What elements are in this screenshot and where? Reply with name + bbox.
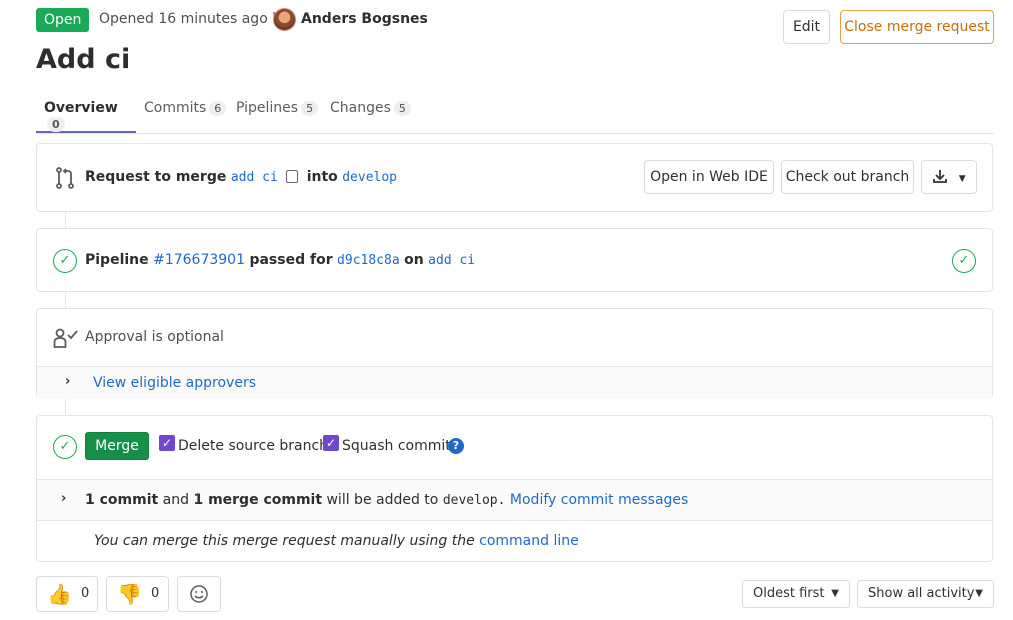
into-text: into bbox=[306, 169, 338, 185]
merge-request-branch-card: Request to merge add ci into develop Ope… bbox=[36, 143, 993, 212]
target-branch-link[interactable]: develop bbox=[342, 170, 397, 185]
activity-filter-label: Show all activity bbox=[868, 586, 975, 601]
tab-label: Changes bbox=[330, 100, 391, 116]
manual-merge-text: You can merge this merge request manuall… bbox=[94, 533, 579, 549]
pipeline-branch-link[interactable]: add ci bbox=[428, 253, 475, 268]
approval-card: Approval is optional › View eligible app… bbox=[36, 308, 993, 399]
timeline-connector bbox=[65, 399, 66, 415]
mr-tabs: Overview0 Commits 6 Pipelines 5 Changes 5 bbox=[36, 96, 994, 134]
thumbsup-count: 0 bbox=[81, 586, 90, 601]
timeline-connector bbox=[65, 212, 66, 228]
sort-order-dropdown[interactable]: Oldest first ▼ bbox=[742, 580, 850, 608]
tab-count: 5 bbox=[393, 101, 411, 116]
check-out-branch-button[interactable]: Check out branch bbox=[781, 160, 914, 194]
view-eligible-approvers-link[interactable]: View eligible approvers bbox=[93, 375, 256, 391]
close-merge-request-button[interactable]: Close merge request bbox=[840, 10, 994, 44]
author-name[interactable]: Anders Bogsnes bbox=[301, 11, 428, 27]
download-icon bbox=[932, 169, 952, 185]
mr-header: Open Opened 16 minutes ago by Anders Bog… bbox=[36, 8, 994, 44]
command-line-link[interactable]: command line bbox=[479, 533, 579, 549]
pipeline-stage-passed-icon[interactable]: ✓ bbox=[952, 249, 976, 273]
tab-label: Pipelines bbox=[236, 100, 299, 116]
will-be-added-text: will be added to bbox=[326, 492, 439, 508]
merge-ready-icon: ✓ bbox=[53, 435, 77, 459]
tab-count: 6 bbox=[209, 101, 227, 116]
target-branch-name: develop. bbox=[442, 493, 506, 508]
merge-card: ✓ Merge ✓ Delete source branch ✓ Squash … bbox=[36, 415, 993, 562]
tab-label: Commits bbox=[144, 100, 207, 116]
and-text: and bbox=[162, 492, 189, 508]
tab-count: 5 bbox=[301, 101, 319, 116]
tab-count: 0 bbox=[47, 117, 65, 132]
delete-source-branch-checkbox[interactable]: ✓ bbox=[159, 435, 175, 451]
tab-pipelines[interactable]: Pipelines 5 bbox=[236, 96, 319, 133]
pipeline-passed-for: passed for bbox=[249, 252, 333, 268]
source-branch-link[interactable]: add ci bbox=[231, 170, 278, 185]
open-web-ide-button[interactable]: Open in Web IDE bbox=[644, 160, 774, 194]
squash-commits-checkbox[interactable]: ✓ bbox=[323, 435, 339, 451]
tab-commits[interactable]: Commits 6 bbox=[144, 96, 227, 133]
thumbsup-award-button[interactable]: 👍 0 bbox=[36, 576, 98, 612]
commit-sha-link[interactable]: d9c18c8a bbox=[337, 253, 400, 268]
thumbsdown-count: 0 bbox=[151, 586, 160, 601]
merge-button[interactable]: Merge bbox=[85, 432, 149, 460]
approval-icon bbox=[53, 327, 79, 353]
chevron-down-icon: ▼ bbox=[831, 588, 839, 599]
thumbsdown-award-button[interactable]: 👎 0 bbox=[106, 576, 169, 612]
thumbsup-icon: 👍 bbox=[47, 582, 72, 606]
manual-merge-description: You can merge this merge request manuall… bbox=[94, 533, 475, 549]
opened-text: Opened 16 minutes ago by bbox=[99, 11, 290, 27]
commit-summary-row: › 1 commit and 1 merge commit will be ad… bbox=[37, 479, 992, 520]
approval-text: Approval is optional bbox=[85, 329, 224, 345]
timeline-connector bbox=[65, 292, 66, 308]
squash-commits-label[interactable]: Squash commits bbox=[342, 438, 458, 454]
tab-overview[interactable]: Overview0 bbox=[36, 96, 136, 133]
author-avatar[interactable] bbox=[273, 8, 296, 31]
merge-request-icon bbox=[53, 166, 77, 194]
thumbsdown-icon: 👎 bbox=[117, 582, 142, 606]
merge-commit-count: 1 merge commit bbox=[193, 492, 323, 508]
add-reaction-button[interactable] bbox=[177, 576, 221, 612]
chevron-right-icon[interactable]: › bbox=[61, 491, 66, 506]
pipeline-card: ✓ Pipeline #176673901 passed for d9c18c8… bbox=[36, 228, 993, 292]
delete-source-branch-label[interactable]: Delete source branch bbox=[178, 438, 328, 454]
manual-merge-row: You can merge this merge request manuall… bbox=[37, 520, 992, 561]
tab-changes[interactable]: Changes 5 bbox=[330, 96, 411, 133]
tab-label: Overview bbox=[44, 100, 118, 116]
chevron-right-icon[interactable]: › bbox=[65, 374, 70, 389]
request-prefix: Request to merge bbox=[85, 169, 227, 185]
approvers-row: › View eligible approvers bbox=[37, 366, 992, 399]
page-title: Add ci bbox=[36, 44, 131, 75]
modify-commit-messages-link[interactable]: Modify commit messages bbox=[510, 492, 688, 508]
chevron-down-icon: ▼ bbox=[958, 174, 966, 184]
help-icon[interactable]: ? bbox=[448, 438, 464, 454]
copy-icon[interactable] bbox=[286, 170, 299, 183]
pipeline-passed-icon[interactable]: ✓ bbox=[53, 249, 77, 273]
edit-button[interactable]: Edit bbox=[783, 10, 830, 44]
pipeline-id-link[interactable]: #176673901 bbox=[153, 252, 245, 268]
chevron-down-icon: ▼ bbox=[975, 588, 983, 599]
commit-summary-text: 1 commit and 1 merge commit will be adde… bbox=[85, 492, 688, 508]
pipeline-on: on bbox=[404, 252, 424, 268]
pipeline-label: Pipeline bbox=[85, 252, 149, 268]
commit-count: 1 commit bbox=[85, 492, 159, 508]
activity-filter-dropdown[interactable]: Show all activity ▼ bbox=[857, 580, 994, 608]
pipeline-status-text: Pipeline #176673901 passed for d9c18c8a … bbox=[85, 252, 475, 268]
smiley-icon bbox=[189, 584, 209, 608]
request-to-merge-text: Request to merge add ci into develop bbox=[85, 169, 397, 185]
sort-order-label: Oldest first bbox=[753, 586, 825, 601]
download-dropdown-button[interactable]: ▼ bbox=[921, 160, 977, 194]
status-badge: Open bbox=[36, 8, 90, 32]
